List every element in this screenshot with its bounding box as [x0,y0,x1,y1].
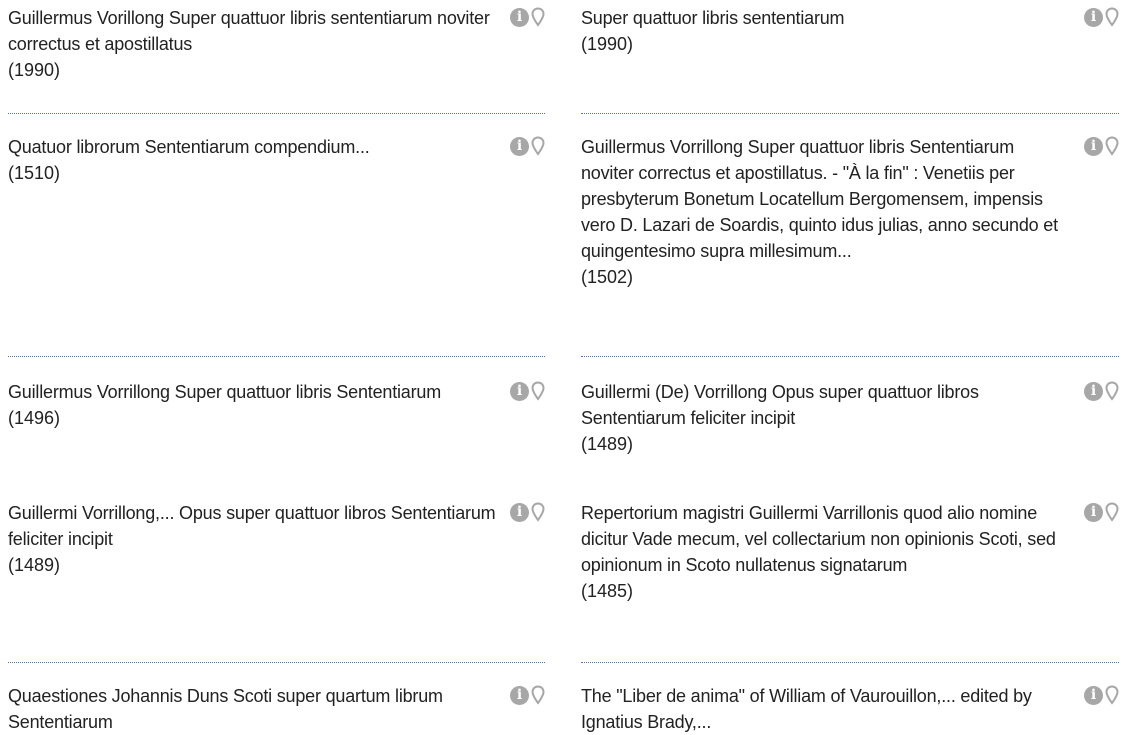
item-year: (1502) [581,267,634,287]
map-pin-icon[interactable] [1105,7,1119,27]
list-item[interactable]: Quatuor librorum Sententiarum compendium… [8,134,545,186]
list-item[interactable]: Guillermus Vorrillong Super quattuor lib… [581,134,1119,290]
item-year: (1489) [8,555,61,575]
item-title[interactable]: Quaestiones Johannis Duns Scoti super qu… [8,683,545,735]
item-title[interactable]: Guillermus Vorrillong Super quattuor lib… [8,379,545,405]
item-actions: i [507,5,545,29]
item-year: (1496) [8,408,61,428]
map-pin-icon[interactable] [531,136,545,156]
info-icon[interactable]: i [1084,381,1103,401]
item-actions: i [1081,134,1119,158]
item-title[interactable]: Super quattuor libris sententiarum [581,5,1119,31]
map-pin-icon[interactable] [531,685,545,705]
list-item[interactable]: Super quattuor libris sententiarum (1990… [581,5,1119,57]
item-title[interactable]: The "Liber de anima" of William of Vauro… [581,683,1119,735]
item-actions: i [507,500,545,524]
item-title[interactable]: Guillermus Vorrillong Super quattuor lib… [581,134,1119,264]
item-title[interactable]: Quatuor librorum Sententiarum compendium… [8,134,545,160]
info-icon[interactable]: i [510,136,529,156]
map-pin-icon[interactable] [531,502,545,522]
item-year: (1485) [581,581,634,601]
map-pin-icon[interactable] [531,381,545,401]
item-actions: i [507,683,545,707]
list-item[interactable]: Guillermi (De) Vorrillong Opus super qua… [581,379,1119,457]
info-icon[interactable]: i [510,381,529,401]
item-actions: i [1081,500,1119,524]
map-pin-icon[interactable] [1105,685,1119,705]
item-actions: i [1081,683,1119,707]
item-year: (1510) [8,163,61,183]
info-icon[interactable]: i [1084,7,1103,27]
info-icon[interactable]: i [510,685,529,705]
list-item[interactable]: Quaestiones Johannis Duns Scoti super qu… [8,683,545,735]
item-separator [8,662,545,663]
map-pin-icon[interactable] [1105,136,1119,156]
map-pin-icon[interactable] [1105,381,1119,401]
item-separator [581,113,1119,114]
list-item[interactable]: Guillermus Vorillong Super quattuor libr… [8,5,545,83]
map-pin-icon[interactable] [531,7,545,27]
item-separator [581,356,1119,357]
item-actions: i [1081,5,1119,29]
item-title[interactable]: Repertorium magistri Guillermi Varrillon… [581,500,1119,578]
info-icon[interactable]: i [1084,502,1103,522]
item-separator [581,662,1119,663]
item-separator [8,113,545,114]
item-separator [8,356,545,357]
info-icon[interactable]: i [510,502,529,522]
item-actions: i [507,379,545,403]
item-title[interactable]: Guillermi (De) Vorrillong Opus super qua… [581,379,1119,431]
map-pin-icon[interactable] [1105,502,1119,522]
item-title[interactable]: Guillermus Vorillong Super quattuor libr… [8,5,513,57]
item-actions: i [1081,379,1119,403]
list-item[interactable]: Guillermi Vorrillong,... Opus super quat… [8,500,545,578]
list-item[interactable]: Repertorium magistri Guillermi Varrillon… [581,500,1119,604]
item-actions: i [507,134,545,158]
list-item[interactable]: Guillermus Vorrillong Super quattuor lib… [8,379,545,431]
item-year: (1990) [581,34,634,54]
item-title[interactable]: Guillermi Vorrillong,... Opus super quat… [8,500,545,552]
info-icon[interactable]: i [1084,685,1103,705]
info-icon[interactable]: i [510,7,529,27]
list-item[interactable]: The "Liber de anima" of William of Vauro… [581,683,1119,735]
item-year: (1990) [8,60,61,80]
item-year: (1489) [581,434,634,454]
info-icon[interactable]: i [1084,136,1103,156]
